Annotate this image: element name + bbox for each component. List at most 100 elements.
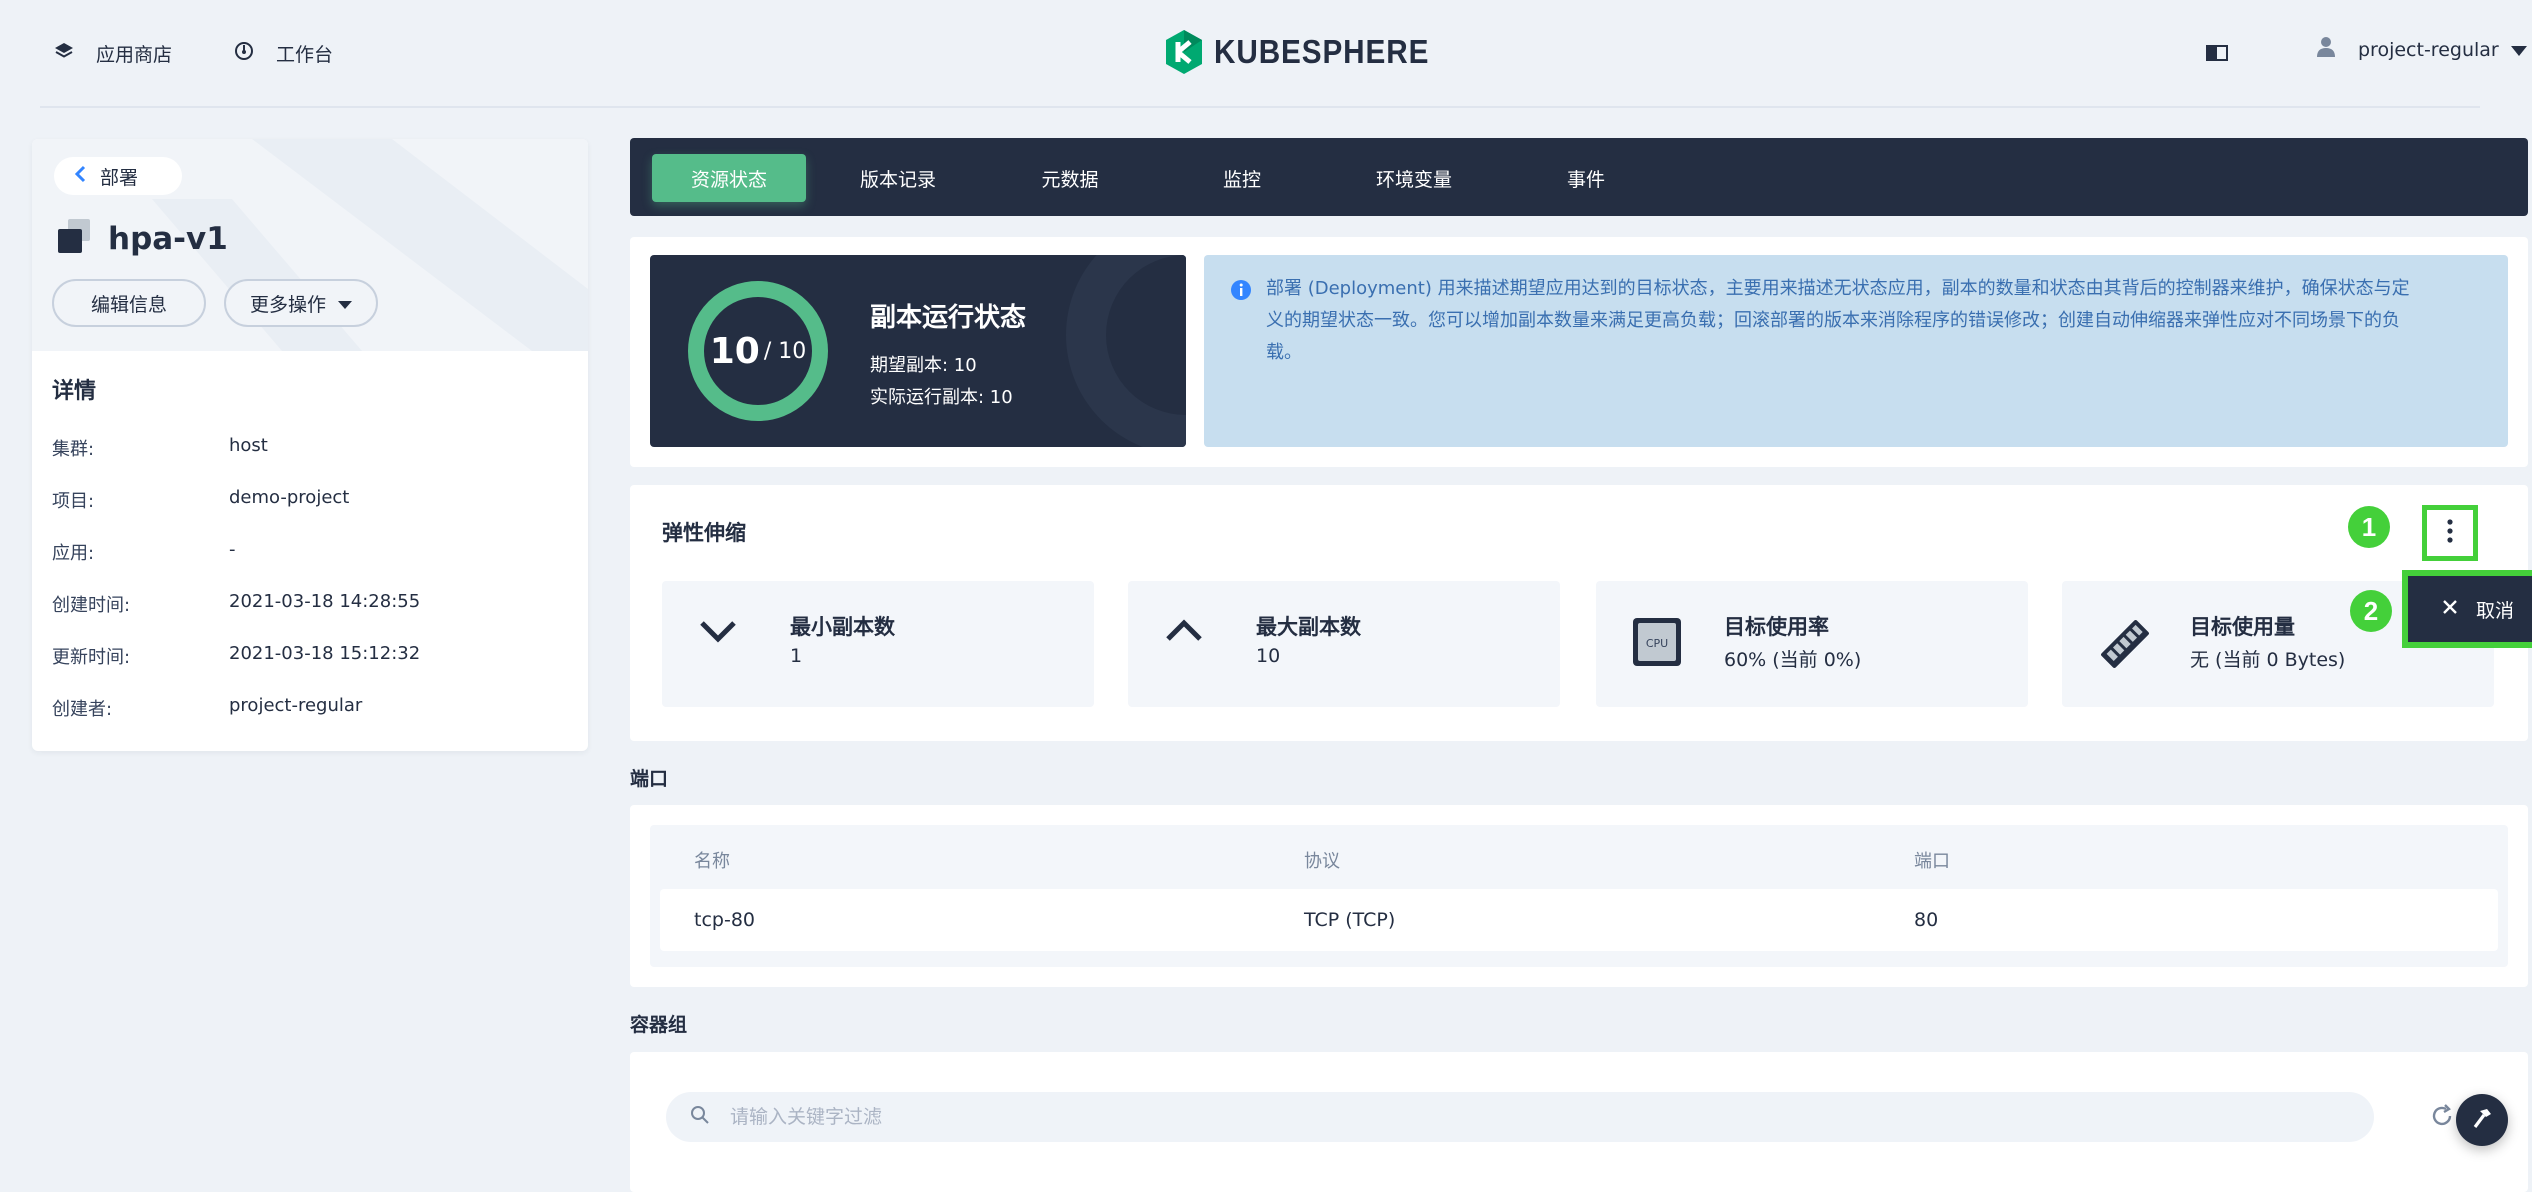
tab-metadata[interactable]: 元数据 <box>998 154 1142 202</box>
detail-key: 项目: <box>52 491 95 512</box>
detail-key: 应用: <box>52 543 95 564</box>
detail-key: 创建时间: <box>52 595 131 616</box>
detail-value: host <box>229 435 268 456</box>
search-icon <box>690 1105 710 1129</box>
port-name: tcp-80 <box>694 909 755 931</box>
table-row: tcp-80 TCP (TCP) 80 <box>660 889 2498 951</box>
info-text: 部署 (Deployment) 用来描述期望应用达到的目标状态，主要用来描述无状… <box>1266 273 2476 369</box>
max-replicas-value: 10 <box>1256 645 1281 667</box>
detail-key: 集群: <box>52 439 95 460</box>
kubesphere-logo[interactable]: KUBESPHERE <box>1164 28 1453 76</box>
info-icon <box>1230 279 1252 305</box>
detail-value: 2021-03-18 14:28:55 <box>229 591 421 612</box>
cpu-icon-label: CPU <box>1646 637 1668 650</box>
ports-section-title: 端口 <box>630 768 669 790</box>
detail-value: 2021-03-18 15:12:32 <box>229 643 421 664</box>
app-store-label: 应用商店 <box>96 44 173 66</box>
target-cpu-value: 60% (当前 0%) <box>1724 649 1862 671</box>
replica-status-card: 10 / 10 副本运行状态 期望副本: 10 实际运行副本: 10 <box>650 255 1186 447</box>
nav-divider <box>40 106 2480 108</box>
tab-revision-records[interactable]: 版本记录 <box>826 154 970 202</box>
min-replicas-item: 最小副本数 1 <box>662 581 1094 707</box>
user-icon <box>2316 36 2336 63</box>
replica-total-value: / 10 <box>763 338 807 364</box>
user-menu[interactable]: project-regular <box>2316 36 2527 63</box>
port-header-port: 端口 <box>1914 851 1950 872</box>
close-icon <box>2442 598 2458 620</box>
notification-icon[interactable] <box>2206 44 2228 66</box>
edit-info-button[interactable]: 编辑信息 <box>52 279 206 327</box>
replica-status-title: 副本运行状态 <box>870 303 1027 333</box>
chevron-up-icon <box>1164 615 1204 649</box>
step-badge-2: 2 <box>2350 590 2392 632</box>
tab-events[interactable]: 事件 <box>1514 154 1658 202</box>
card-decoration <box>1066 255 1186 447</box>
deployment-info-box: 部署 (Deployment) 用来描述期望应用达到的目标状态，主要用来描述无状… <box>1204 255 2508 447</box>
tab-resource-status[interactable]: 资源状态 <box>652 154 806 202</box>
target-memory-value: 无 (当前 0 Bytes) <box>2190 649 2346 671</box>
max-replicas-item: 最大副本数 10 <box>1128 581 1560 707</box>
dashboard-icon <box>234 41 254 66</box>
resource-name: hpa-v1 <box>108 221 228 257</box>
replica-status-section: 10 / 10 副本运行状态 期望副本: 10 实际运行副本: 10 部署 (D… <box>630 237 2528 467</box>
autoscaling-title: 弹性伸缩 <box>662 521 746 545</box>
ports-table: 名称 协议 端口 tcp-80 TCP (TCP) 80 <box>650 825 2508 967</box>
top-nav: 应用商店 工作台 KUBESPHERE project-regular <box>0 0 2532 107</box>
kubesphere-logo-icon <box>1166 30 1202 74</box>
cancel-label: 取消 <box>2476 599 2515 622</box>
target-cpu-item: CPU 目标使用率 60% (当前 0%) <box>1596 581 2028 707</box>
desired-replicas: 期望副本: 10 <box>870 355 977 376</box>
vertical-dots-icon <box>2447 519 2453 547</box>
cancel-autoscaling-button[interactable]: 取消 <box>2402 570 2532 648</box>
more-actions-button[interactable]: 更多操作 <box>224 279 378 327</box>
username: project-regular <box>2358 38 2499 61</box>
min-replicas-title: 最小副本数 <box>790 615 895 639</box>
replica-count: 10 / 10 <box>686 279 830 423</box>
info-line: 载。 <box>1266 342 1302 363</box>
tab-environment-variables[interactable]: 环境变量 <box>1342 154 1486 202</box>
refresh-icon[interactable] <box>2430 1104 2454 1132</box>
caret-down-icon <box>338 292 352 314</box>
max-replicas-title: 最大副本数 <box>1256 615 1361 639</box>
chevron-left-icon <box>74 165 86 188</box>
replica-running-value: 10 <box>709 330 760 372</box>
deployment-icon <box>56 219 92 259</box>
workbench-label: 工作台 <box>276 44 334 66</box>
chevron-down-icon <box>2510 39 2527 61</box>
app-store-link[interactable]: 应用商店 <box>54 40 172 67</box>
tab-monitoring[interactable]: 监控 <box>1170 154 1314 202</box>
resource-detail-panel: 部署 hpa-v1 编辑信息 更多操作 详情 集群: host 项目: demo… <box>32 139 588 751</box>
cpu-icon: CPU <box>1632 617 1682 671</box>
memory-icon <box>2098 617 2152 675</box>
ports-card: 名称 协议 端口 tcp-80 TCP (TCP) 80 <box>630 805 2528 987</box>
back-to-deployments-button[interactable]: 部署 <box>54 157 182 195</box>
target-memory-title: 目标使用量 <box>2190 615 2295 639</box>
workbench-link[interactable]: 工作台 <box>234 40 333 67</box>
step-badge-1: 1 <box>2348 506 2390 548</box>
resource-title: hpa-v1 <box>56 219 228 259</box>
port-header-protocol: 协议 <box>1304 851 1340 872</box>
info-line: 义的期望状态一致。您可以增加副本数量来满足更高负载；回滚部署的版本来消除程序的错… <box>1266 310 2400 331</box>
logo-text: KUBESPHERE <box>1214 33 1430 70</box>
port-header-name: 名称 <box>694 851 730 872</box>
detail-tabs: 资源状态 版本记录 元数据 监控 环境变量 事件 <box>630 138 2528 216</box>
pods-section-title: 容器组 <box>630 1014 688 1036</box>
detail-key: 更新时间: <box>52 647 131 668</box>
pods-card <box>630 1052 2528 1192</box>
detail-key: 创建者: <box>52 699 113 720</box>
target-cpu-title: 目标使用率 <box>1724 615 1829 639</box>
port-protocol: TCP (TCP) <box>1304 909 1396 931</box>
search-input[interactable] <box>728 1105 2332 1129</box>
more-actions-label: 更多操作 <box>249 293 326 316</box>
min-replicas-value: 1 <box>790 645 803 667</box>
details-title: 详情 <box>52 379 97 404</box>
chevron-down-icon <box>698 615 738 649</box>
autoscaling-card: 弹性伸缩 最小副本数 1 最大副本数 10 CPU 目标使用率 60% (当前 … <box>630 485 2528 741</box>
pods-search-bar[interactable] <box>666 1092 2374 1142</box>
more-options-button[interactable] <box>2422 505 2478 561</box>
toolbox-button[interactable] <box>2456 1094 2508 1146</box>
back-label: 部署 <box>100 166 139 189</box>
layers-icon <box>54 42 74 65</box>
detail-value: demo-project <box>229 487 350 508</box>
running-replicas: 实际运行副本: 10 <box>870 387 1013 408</box>
